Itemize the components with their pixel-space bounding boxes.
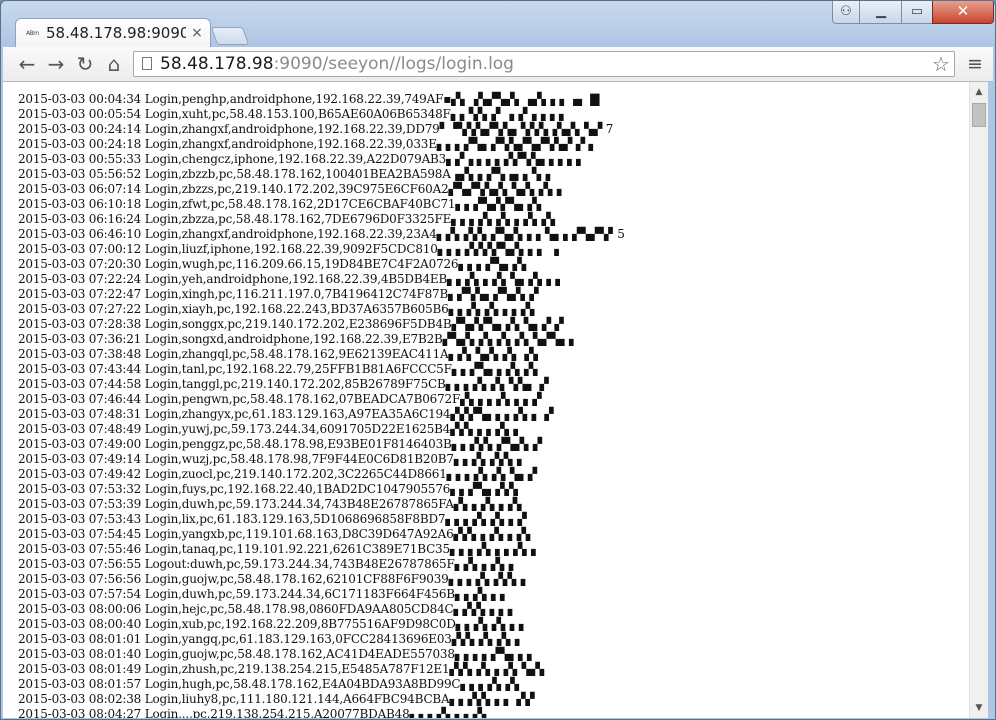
log-line: 2015-03-03 07:57:54 Login,duwh,pc,59.173… <box>18 587 510 601</box>
log-line: 2015-03-03 07:48:49 Login,yuwj,pc,59.173… <box>18 422 523 436</box>
log-line: 2015-03-03 07:49:14 Login,wuzj,pc,58.48.… <box>18 452 527 466</box>
maximize-icon: ▭ <box>910 4 924 19</box>
log-line: 2015-03-03 07:28:38 Login,songgx,pc,219.… <box>18 317 564 331</box>
maximize-button[interactable]: ▭ <box>901 1 933 24</box>
log-line: 2015-03-03 08:01:57 Login,hugh,pc,58.48.… <box>18 677 524 691</box>
reload-button[interactable]: ↻ <box>73 52 97 76</box>
log-line: 2015-03-03 07:53:39 Login,duwh,pc,59.173… <box>18 497 527 511</box>
log-line: 2015-03-03 07:00:12 Login,liuzf,iphone,1… <box>18 242 559 256</box>
page-icon <box>142 57 152 70</box>
log-line: 2015-03-03 08:01:40 Login,guojw,pc,58.48… <box>18 647 537 661</box>
log-line: 2015-03-03 00:05:54 Login,xuht,pc,58.48.… <box>18 107 569 121</box>
log-line: 2015-03-03 07:54:45 Login,yangxb,pc,119.… <box>18 527 535 541</box>
log-line: 2015-03-03 08:00:06 Login,hejc,pc,58.48.… <box>18 602 517 616</box>
log-line: 2015-03-03 07:48:31 Login,zhangyx,pc,61.… <box>18 407 554 421</box>
log-line: 2015-03-03 07:49:00 Login,penggz,pc,58.4… <box>18 437 542 451</box>
log-line: 2015-03-03 07:46:44 Login,pengwn,pc,58.4… <box>18 392 542 406</box>
scroll-up-arrow-icon[interactable]: ▲ <box>970 85 988 99</box>
log-line: 2015-03-03 06:46:10 Login,zhangxf,androi… <box>18 227 625 241</box>
vertical-scrollbar[interactable]: ▲ ▼ <box>969 82 988 718</box>
tab-strip: ABm 58.48.178.98:9090/ × ⚇ ▁ ▭ ✕ <box>1 1 995 48</box>
chrome-menu-icon[interactable]: ≡ <box>963 52 987 76</box>
user-profile-button[interactable]: ⚇ <box>832 1 860 24</box>
log-line: 2015-03-03 08:04:27 Login,..,pc,219.138.… <box>18 707 491 718</box>
address-bar[interactable]: 58.48.178.98:9090/seeyon//logs/login.log… <box>133 51 955 77</box>
log-line: 2015-03-03 07:38:48 Login,zhangql,pc,58.… <box>18 347 543 361</box>
minimize-icon: ▁ <box>876 4 886 19</box>
close-icon: ✕ <box>956 2 970 20</box>
url-host: 58.48.178.98 <box>160 54 274 74</box>
log-line: 2015-03-03 00:24:18 Login,zhangxf,androi… <box>18 137 598 151</box>
browser-toolbar: ← → ↻ ⌂ 58.48.178.98:9090/seeyon//logs/l… <box>3 47 993 82</box>
log-line: 2015-03-03 05:56:52 Login,zbzzb,pc,58.48… <box>18 167 550 181</box>
browser-window: ABm 58.48.178.98:9090/ × ⚇ ▁ ▭ ✕ ← → ↻ ⌂… <box>0 0 996 720</box>
log-line: 2015-03-03 07:56:56 Login,guojw,pc,58.48… <box>18 572 530 586</box>
log-line: 2015-03-03 08:01:01 Login,yangq,pc,61.18… <box>18 632 524 646</box>
forward-button[interactable]: → <box>44 52 68 76</box>
tab-login-log[interactable]: ABm 58.48.178.98:9090/ × <box>15 18 211 48</box>
log-line: 2015-03-03 07:53:43 Login,lix,pc,61.183.… <box>18 512 527 526</box>
log-line: 2015-03-03 08:00:40 Login,xub,pc,192.168… <box>18 617 528 631</box>
tab-title: 58.48.178.98:9090/ <box>46 24 186 42</box>
log-line: 2015-03-03 00:24:14 Login,zhangxf,androi… <box>18 122 614 136</box>
log-line: 2015-03-03 07:43:44 Login,tanl,pc,192.16… <box>18 362 543 376</box>
url-path: :9090/seeyon//logs/login.log <box>273 54 514 74</box>
log-line: 2015-03-03 07:27:22 Login,xiayh,pc,192.1… <box>18 302 539 316</box>
log-line: 2015-03-03 07:55:46 Login,tanaq,pc,119.1… <box>18 542 541 556</box>
log-line: 2015-03-03 07:56:55 Logout:duwh,pc,59.17… <box>18 557 518 571</box>
log-text: 2015-03-03 00:04:34 Login,penghp,android… <box>18 92 625 718</box>
bookmark-star-icon[interactable]: ☆ <box>930 52 952 76</box>
scroll-down-arrow-icon[interactable]: ▼ <box>970 701 988 715</box>
log-line: 2015-03-03 07:44:58 Login,tanggl,pc,219.… <box>18 377 549 391</box>
log-line: 2015-03-03 07:49:42 Login,zuocl,pc,219.1… <box>18 467 537 481</box>
log-line: 2015-03-03 06:07:14 Login,zbzzs,pc,219.1… <box>18 182 566 196</box>
log-line: 2015-03-03 08:01:49 Login,zhush,pc,219.1… <box>18 662 549 676</box>
minimize-button[interactable]: ▁ <box>859 1 903 24</box>
page-content: 2015-03-03 00:04:34 Login,penghp,android… <box>3 82 969 718</box>
log-line: 2015-03-03 07:20:30 Login,wugh,pc,116.20… <box>18 257 531 271</box>
tab-close-icon[interactable]: × <box>190 25 204 41</box>
log-line: 2015-03-03 00:55:33 Login,chengcz,iphone… <box>18 152 586 166</box>
log-line: 2015-03-03 08:02:38 Login,liuhy8,pc,111.… <box>18 692 535 706</box>
log-line: 2015-03-03 07:22:47 Login,xingh,pc,116.2… <box>18 287 539 301</box>
url-text[interactable]: 58.48.178.98:9090/seeyon//logs/login.log <box>160 54 514 75</box>
log-line: 2015-03-03 06:10:18 Login,zfwt,pc,58.48.… <box>18 197 546 211</box>
home-button[interactable]: ⌂ <box>102 52 126 76</box>
log-line: 2015-03-03 06:16:24 Login,zbzza,pc,58.48… <box>18 212 560 226</box>
new-tab-button[interactable] <box>210 27 250 45</box>
log-line: 2015-03-03 07:36:21 Login,songxd,android… <box>18 332 579 346</box>
log-line: 2015-03-03 07:22:24 Login,yeh,androidpho… <box>18 272 565 286</box>
close-window-button[interactable]: ✕ <box>932 1 994 24</box>
user-icon: ⚇ <box>840 4 852 19</box>
log-line: 2015-03-03 07:53:32 Login,fuys,pc,192.16… <box>18 482 523 496</box>
scrollbar-thumb[interactable] <box>972 103 986 127</box>
favicon-icon: ABm <box>26 30 39 37</box>
log-line: 2015-03-03 00:04:34 Login,penghp,android… <box>18 92 600 106</box>
back-button[interactable]: ← <box>15 52 39 76</box>
